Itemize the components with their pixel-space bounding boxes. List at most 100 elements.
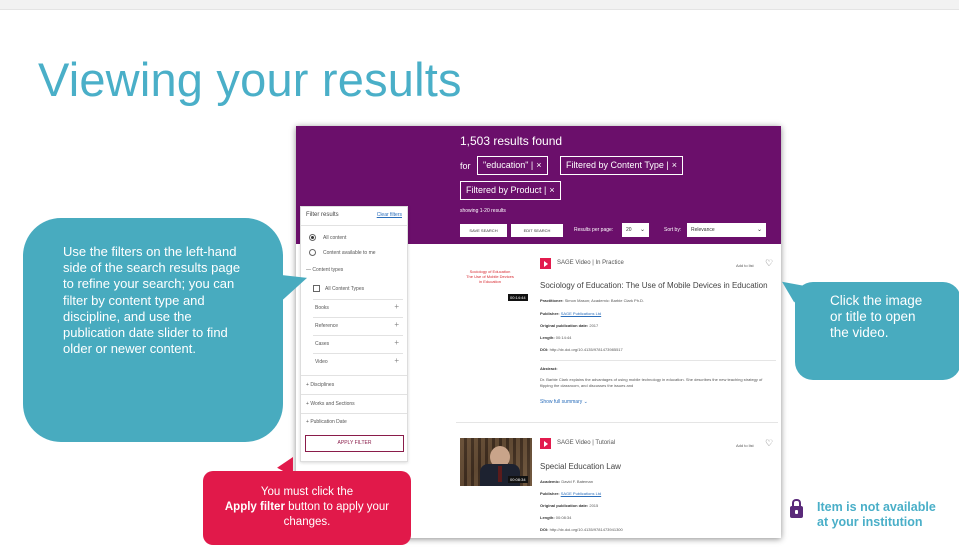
- result-doi: DOI: http://dx.doi.org/10.4135/978147398…: [540, 347, 623, 352]
- result-orig-pub: Original publication date: 2017: [540, 323, 599, 328]
- not-available-legend: Item is not available at your institutio…: [817, 500, 936, 530]
- filter-chip-content-type[interactable]: Filtered by Content Type | ×: [560, 156, 683, 175]
- divider: [313, 335, 403, 336]
- sort-select[interactable]: Relevance ⌄: [687, 223, 766, 237]
- slide-title: Viewing your results: [38, 53, 462, 106]
- divider: [301, 394, 407, 395]
- plus-icon[interactable]: +: [394, 302, 399, 311]
- divider: [456, 422, 778, 423]
- close-icon[interactable]: ×: [549, 185, 554, 195]
- slide-top-bar: [0, 0, 959, 10]
- works-label: Works and Sections: [310, 401, 355, 407]
- result-title[interactable]: Special Education Law: [540, 462, 621, 471]
- disciplines-label: Disciplines: [310, 382, 335, 388]
- result-length: Length: 00:14:44: [540, 335, 572, 340]
- apply-filter-button[interactable]: APPLY FILTER: [305, 435, 404, 452]
- apply-callout-prefix: You must click the: [260, 486, 354, 498]
- result-abstract: Dr. Barbie Clark explains the advantages…: [540, 377, 763, 388]
- filter-chip-product[interactable]: Filtered by Product | ×: [460, 181, 561, 200]
- apply-callout-suffix: button to apply your changes.: [283, 501, 390, 528]
- filter-chip-query[interactable]: "education" | ×: [477, 156, 548, 175]
- lock-icon: [790, 499, 803, 518]
- close-icon[interactable]: ×: [536, 160, 541, 170]
- radio-all-content[interactable]: [309, 234, 316, 241]
- chip-label: "education" |: [483, 160, 534, 170]
- result-publisher: Publisher: SAGE Publications Ltd: [540, 311, 602, 316]
- all-content-label: All content: [323, 235, 347, 241]
- heart-icon[interactable]: ♡: [765, 258, 773, 269]
- pub-date-toggle[interactable]: + Publication Date: [306, 419, 412, 425]
- plus-icon[interactable]: +: [394, 320, 399, 329]
- apply-filter-callout: You must click the Apply filter button t…: [203, 471, 411, 545]
- not-available-line-2: at your institution: [817, 515, 923, 529]
- divider: [301, 375, 407, 376]
- showing-range: showing 1-20 results: [460, 208, 506, 214]
- clear-filters-link[interactable]: Clear filters: [377, 212, 402, 218]
- result-practitioner: Practitioner: Simon Mason; Academic: Bar…: [540, 298, 645, 303]
- chip-label: Filtered by Content Type |: [566, 160, 669, 170]
- type-cases[interactable]: Cases: [315, 341, 421, 347]
- result-length: Length: 00:08:34: [540, 515, 572, 520]
- content-types-toggle[interactable]: — Content types: [306, 267, 412, 273]
- plus-icon[interactable]: +: [394, 338, 399, 347]
- chip-label: Filtered by Product |: [466, 185, 547, 195]
- show-full-summary-link[interactable]: Show full summary ⌄: [540, 399, 588, 405]
- result-source: SAGE Video | In Practice: [557, 260, 624, 266]
- result-orig-pub: Original publication date: 2015: [540, 503, 599, 508]
- click-image-callout-text: Click the image or title to open the vid…: [830, 293, 923, 341]
- available-content-label: Content available to me: [323, 250, 376, 256]
- for-label: for: [460, 161, 471, 171]
- thumbnail-caption: Sociology of Education The Use of Mobile…: [466, 269, 514, 284]
- type-reference[interactable]: Reference: [315, 323, 421, 329]
- divider: [301, 413, 407, 414]
- divider: [540, 360, 776, 361]
- sort-label: Sort by:: [664, 227, 682, 233]
- disciplines-toggle[interactable]: + Disciplines: [306, 382, 412, 388]
- heart-icon[interactable]: ♡: [765, 438, 773, 449]
- add-to-list-label[interactable]: Add to list: [736, 443, 754, 448]
- duration-badge: 00:08:34: [508, 476, 528, 483]
- filter-panel: Filter results Clear filters All content…: [300, 206, 408, 462]
- video-thumbnail-1[interactable]: Sociology of Education The Use of Mobile…: [460, 261, 532, 305]
- apply-callout-bold: Apply filter: [224, 501, 285, 513]
- works-toggle[interactable]: + Works and Sections: [306, 401, 412, 407]
- radio-available-content[interactable]: [309, 249, 316, 256]
- chevron-down-icon: ⌄: [756, 227, 762, 233]
- divider: [301, 225, 407, 226]
- type-video[interactable]: Video: [315, 359, 421, 365]
- sort-value: Relevance: [691, 227, 715, 233]
- video-play-icon: [540, 438, 551, 449]
- thumbnail-image: [498, 466, 502, 482]
- edit-search-button[interactable]: EDIT SEARCH: [511, 224, 563, 237]
- result-publisher: Publisher: SAGE Publications Ltd: [540, 491, 602, 496]
- results-per-page-value: 20: [626, 227, 632, 233]
- not-available-line-1: Item is not available: [817, 500, 936, 514]
- result-doi: DOI: http://dx.doi.org/10.4135/978147394…: [540, 527, 623, 532]
- plus-icon[interactable]: +: [394, 356, 399, 365]
- results-per-page-label: Results per page:: [574, 227, 614, 233]
- publisher-link[interactable]: SAGE Publications Ltd: [561, 311, 601, 316]
- all-content-types-label: All Content Types: [325, 286, 365, 292]
- results-per-page-select[interactable]: 20 ⌄: [622, 223, 649, 237]
- video-play-icon: [540, 258, 551, 269]
- result-title[interactable]: Sociology of Education: The Use of Mobil…: [540, 281, 768, 290]
- result-academic: Academic: David F. Bateman: [540, 479, 593, 484]
- video-thumbnail-2[interactable]: 00:08:34: [460, 438, 532, 486]
- all-content-types-checkbox[interactable]: [313, 285, 320, 292]
- divider: [313, 299, 403, 300]
- results-count: 1,503 results found: [460, 134, 563, 148]
- close-icon[interactable]: ×: [672, 160, 677, 170]
- pub-date-label: Publication Date: [310, 419, 347, 425]
- save-search-button[interactable]: SAVE SEARCH: [460, 224, 507, 237]
- add-to-list-label[interactable]: Add to list: [736, 263, 754, 268]
- publisher-link[interactable]: SAGE Publications Ltd: [561, 491, 601, 496]
- result-source: SAGE Video | Tutorial: [557, 440, 616, 446]
- click-image-callout: Click the image or title to open the vid…: [795, 282, 959, 380]
- divider: [313, 353, 403, 354]
- duration-badge: 00:14:44: [508, 294, 528, 301]
- content-types-label: Content types: [312, 267, 344, 273]
- type-books[interactable]: Books: [315, 305, 421, 311]
- chevron-down-icon: ⌄: [639, 227, 645, 233]
- filters-callout: Use the filters on the left-hand side of…: [23, 218, 283, 442]
- filters-callout-text: Use the filters on the left-hand side of…: [63, 244, 241, 357]
